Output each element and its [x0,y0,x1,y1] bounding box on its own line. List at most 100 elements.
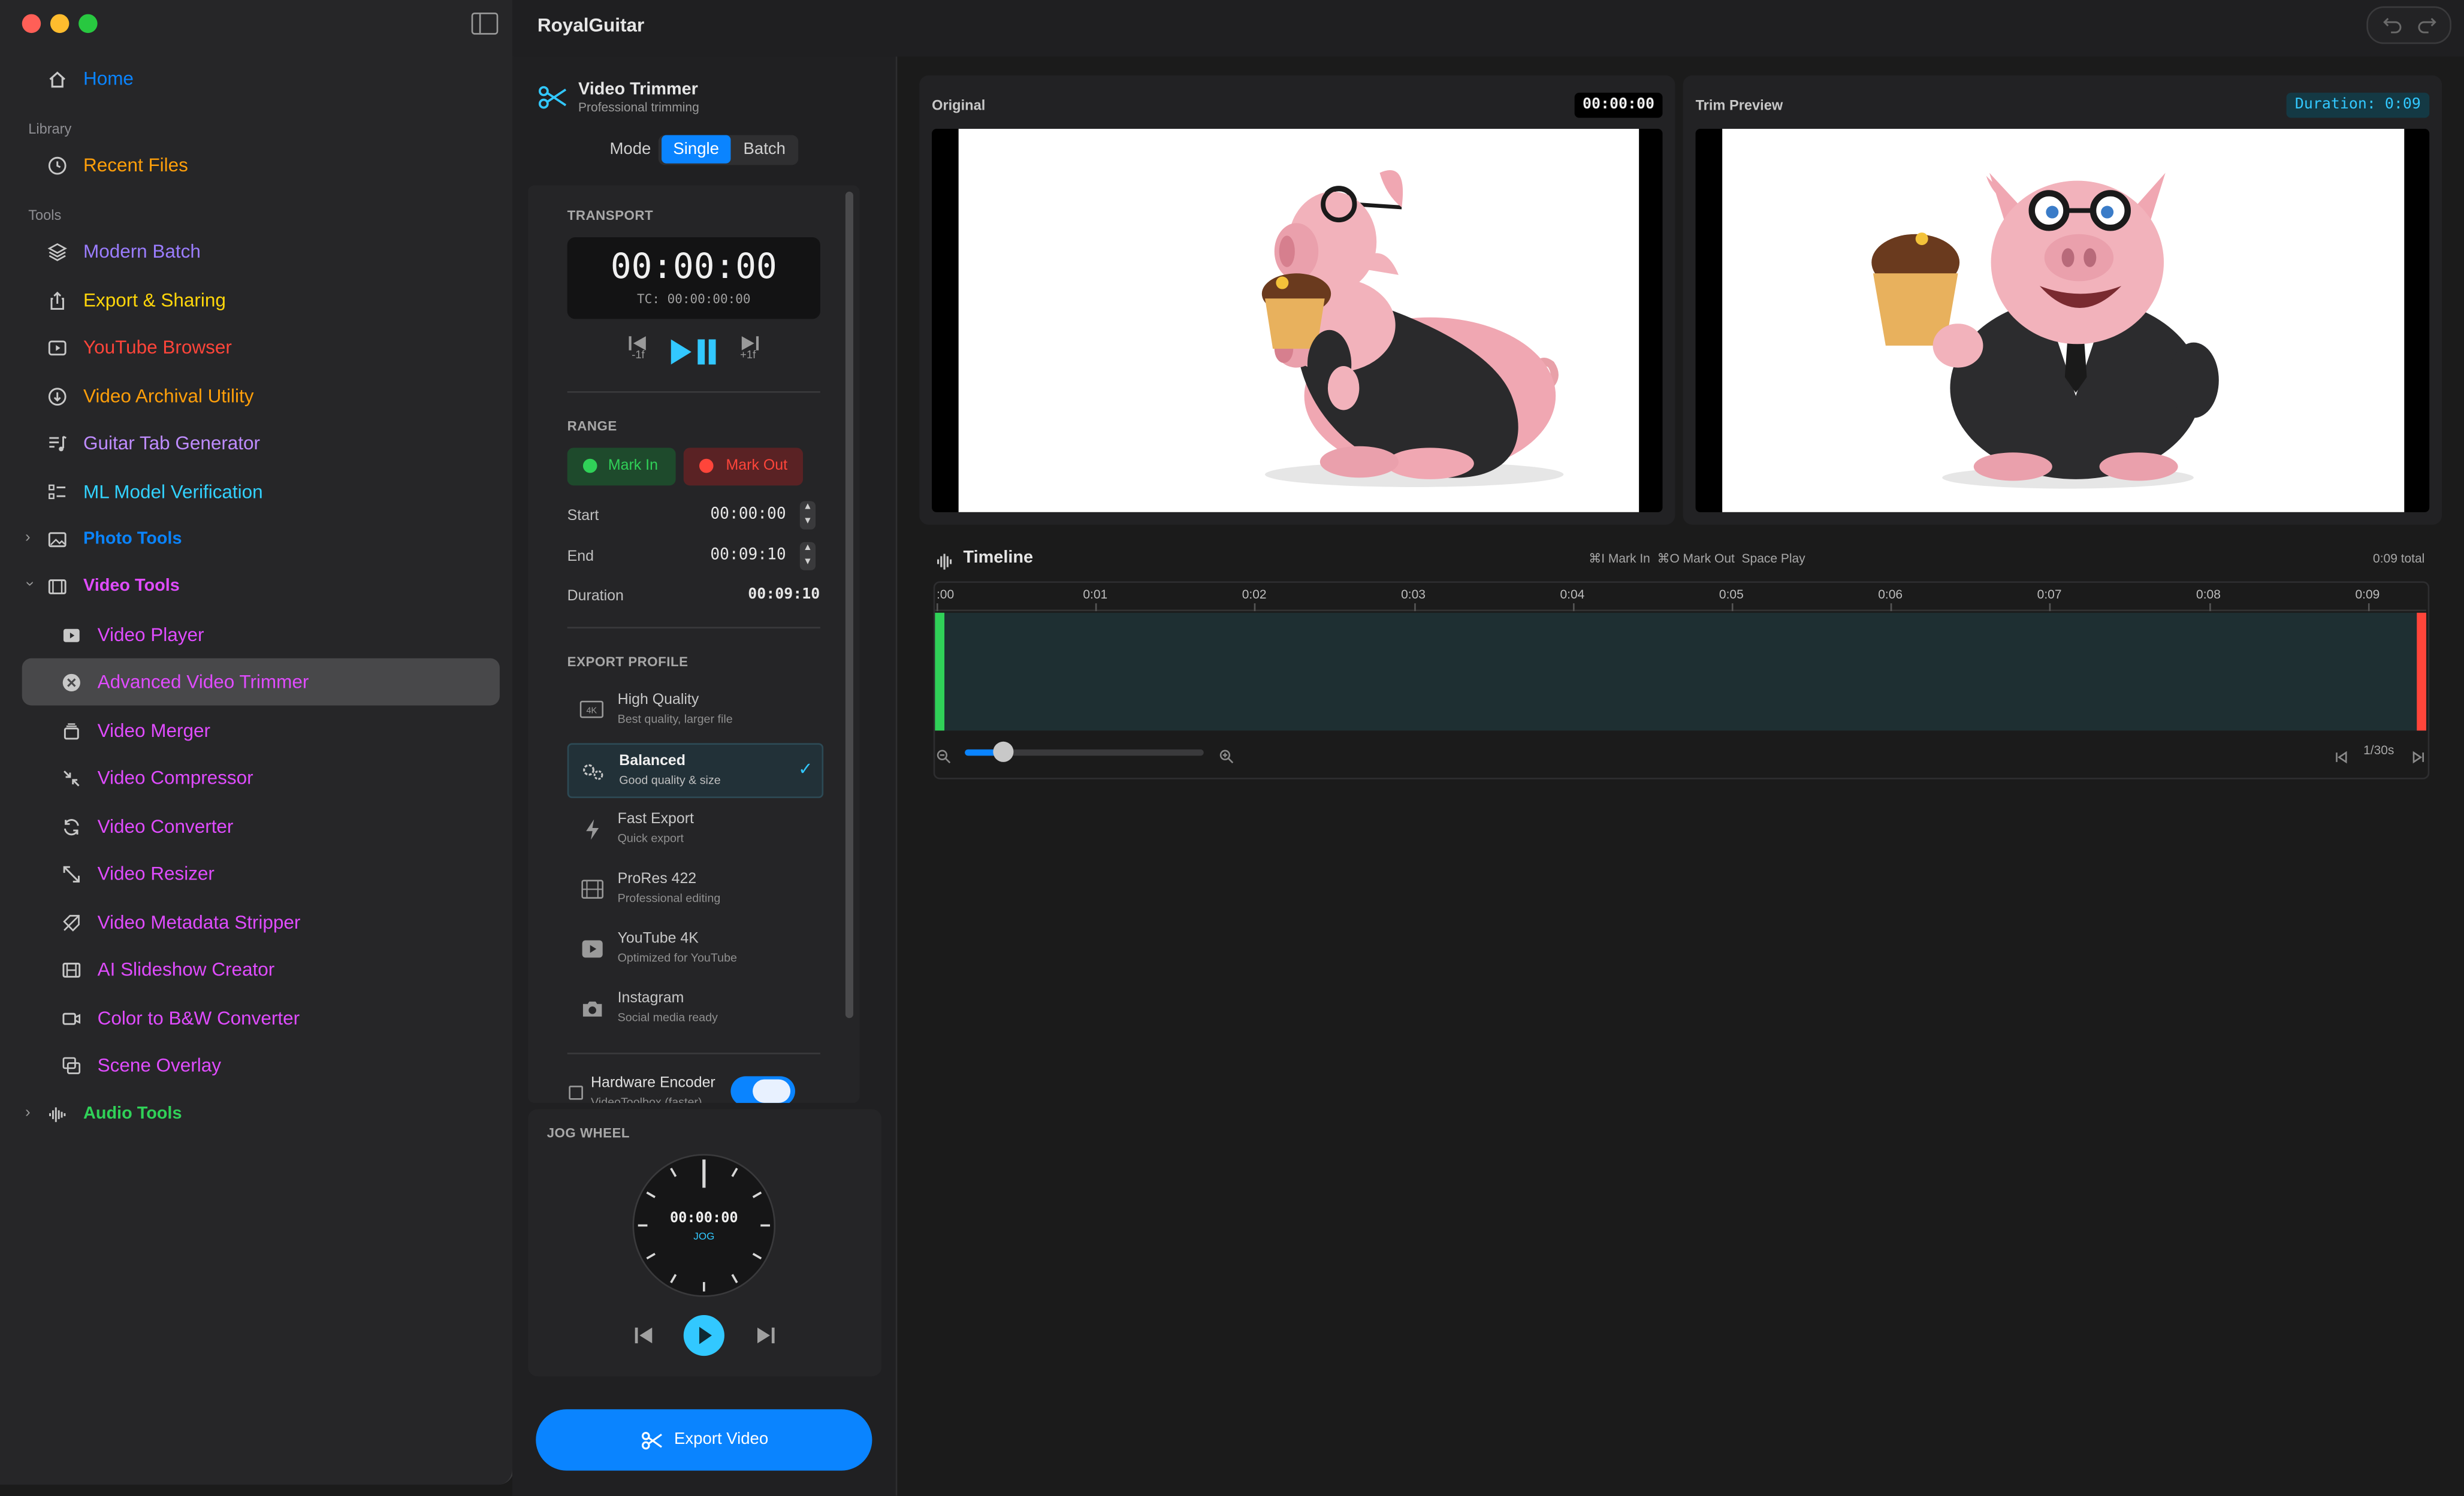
sidebar-item-label: Video Player [97,624,204,646]
svg-text:4K: 4K [587,705,597,715]
trim-preview-video[interactable] [1695,129,2430,512]
compress-arrows-icon [58,765,83,790]
sidebar-item-video-player[interactable]: Video Player [22,611,500,658]
start-value[interactable]: 00:00:00 [710,506,786,523]
sidebar-item-ai-slideshow[interactable]: AI Slideshow Creator [22,946,500,993]
timeline-tick-label: 0:08 [2196,587,2221,602]
in-point-handle[interactable] [935,612,945,731]
expand-arrows-icon [58,861,83,886]
sidebar-toggle-icon[interactable] [471,12,499,35]
profile-title: High Quality [617,691,699,709]
hardware-encoder-toggle[interactable] [730,1076,795,1107]
end-stepper[interactable]: ▲ ▼ [799,542,816,570]
mark-in-icon [582,458,597,473]
out-point-handle[interactable] [2417,612,2426,731]
sidebar-item-export-sharing[interactable]: Export & Sharing [22,277,500,324]
undo-icon[interactable] [2383,14,2403,43]
sidebar-item-label: AI Slideshow Creator [97,958,275,981]
library-header: Library [28,120,72,137]
profile-prores[interactable]: ProRes 422 Professional editing [567,863,820,915]
zoom-window-button[interactable] [78,14,98,34]
sidebar-item-color-bw[interactable]: Color to B&W Converter [22,995,500,1042]
close-window-button[interactable] [22,14,41,34]
video-frame [1722,129,2405,512]
clock-icon [44,152,69,177]
jog-forward-button[interactable] [754,1325,777,1353]
profile-subtitle: Optimized for YouTube [617,950,737,965]
profile-subtitle: Professional editing [617,890,721,905]
profile-title: YouTube 4K [617,930,699,948]
frame-back-icon[interactable] [2335,743,2348,771]
profile-instagram[interactable]: Instagram Social media ready [567,982,820,1034]
jog-wheel-header: JOG WHEEL [546,1125,630,1141]
mode-single-option[interactable]: Single [662,135,731,164]
step-forward-button[interactable]: +1f [739,331,761,361]
jog-wheel[interactable] [632,1153,776,1305]
timeline-tick-label: 0:07 [2037,587,2062,602]
original-timecode: 00:00:00 [1574,92,1663,118]
timeline-tick-label: 0:03 [1401,587,1426,602]
timeline-tick-mark [1095,603,1097,612]
play-pause-button[interactable] [669,336,720,376]
minimize-window-button[interactable] [50,14,70,34]
timeline-tick-label: 0:04 [1560,587,1585,602]
zoom-slider[interactable] [965,741,1204,762]
timecode-value: 00:00:00 [610,248,777,288]
timeline-tick-mark [2368,603,2370,612]
zoom-in-icon[interactable] [1219,743,1234,771]
film-icon [580,877,603,900]
timeline-track[interactable] [935,612,2426,731]
jog-back-button[interactable] [633,1325,656,1353]
jog-play-button[interactable] [683,1314,724,1356]
mark-in-button[interactable]: Mark In [567,448,676,486]
toggle-knob [753,1079,791,1103]
start-stepper[interactable]: ▲ ▼ [799,501,816,530]
sidebar-item-modern-batch[interactable]: Modern Batch [22,228,500,275]
timeline-tick-mark [1254,603,1257,612]
sidebar-item-audio-tools[interactable]: Audio Tools [22,1090,500,1138]
sidebar-item-video-merger[interactable]: Video Merger [22,707,500,754]
sidebar-item-video-metadata-stripper[interactable]: Video Metadata Stripper [22,899,500,946]
sidebar-item-video-compressor[interactable]: Video Compressor [22,754,500,802]
timeline-tick-label: :00 [936,587,955,602]
sidebar-item-video-resizer[interactable]: Video Resizer [22,850,500,897]
sidebar-item-ml-verification[interactable]: ML Model Verification [22,468,500,515]
step-back-label: -1f [632,350,645,362]
divider [567,1053,820,1054]
bolt-icon [580,817,603,841]
step-back-button[interactable]: -1f [627,331,649,362]
sidebar-item-photo-tools[interactable]: Photo Tools [22,515,500,563]
profile-title: Balanced [619,752,686,770]
sidebar-item-video-converter[interactable]: Video Converter [22,803,500,850]
sidebar-item-label: Photo Tools [83,529,182,549]
scrollbar[interactable] [845,191,853,1019]
profile-balanced[interactable]: Balanced Good quality & size ✓ [567,743,824,799]
sidebar-item-label: Video Tools [83,576,180,596]
timecode-display: 00:00:00 TC: 00:00:00:00 [567,237,820,319]
mark-out-button[interactable]: Mark Out [683,448,804,486]
profile-high-quality[interactable]: 4K High Quality Best quality, larger fil… [567,684,820,736]
gears-icon [581,759,605,782]
zoom-out-icon[interactable] [937,743,951,771]
sidebar-item-label: Video Archival Utility [83,385,254,407]
sidebar-item-guitar-tab[interactable]: Guitar Tab Generator [22,419,500,467]
export-video-button[interactable]: Export Video [536,1409,872,1471]
end-value[interactable]: 00:09:10 [710,547,786,564]
sidebar-item-scene-overlay[interactable]: Scene Overlay [22,1042,500,1089]
timeline-tick-mark [936,603,938,612]
clip-edge [528,1102,860,1108]
sidebar-item-home[interactable]: Home [22,55,500,102]
redo-icon[interactable] [2417,14,2437,43]
sidebar-item-advanced-video-trimmer[interactable]: Advanced Video Trimmer [22,658,500,706]
chip-icon [569,1086,583,1100]
profile-youtube-4k[interactable]: YouTube 4K Optimized for YouTube [567,922,820,974]
frame-forward-icon[interactable] [2412,743,2424,771]
sidebar-item-video-tools[interactable]: Video Tools [22,563,500,610]
original-video[interactable] [932,129,1663,512]
mode-batch-option[interactable]: Batch [730,135,798,164]
profile-fast-export[interactable]: Fast Export Quick export [567,803,820,855]
sidebar-item-youtube-browser[interactable]: YouTube Browser [22,324,500,371]
sidebar-item-video-archival[interactable]: Video Archival Utility [22,373,500,420]
undo-redo-group [2366,6,2451,44]
sidebar-item-recent-files[interactable]: Recent Files [22,141,500,189]
